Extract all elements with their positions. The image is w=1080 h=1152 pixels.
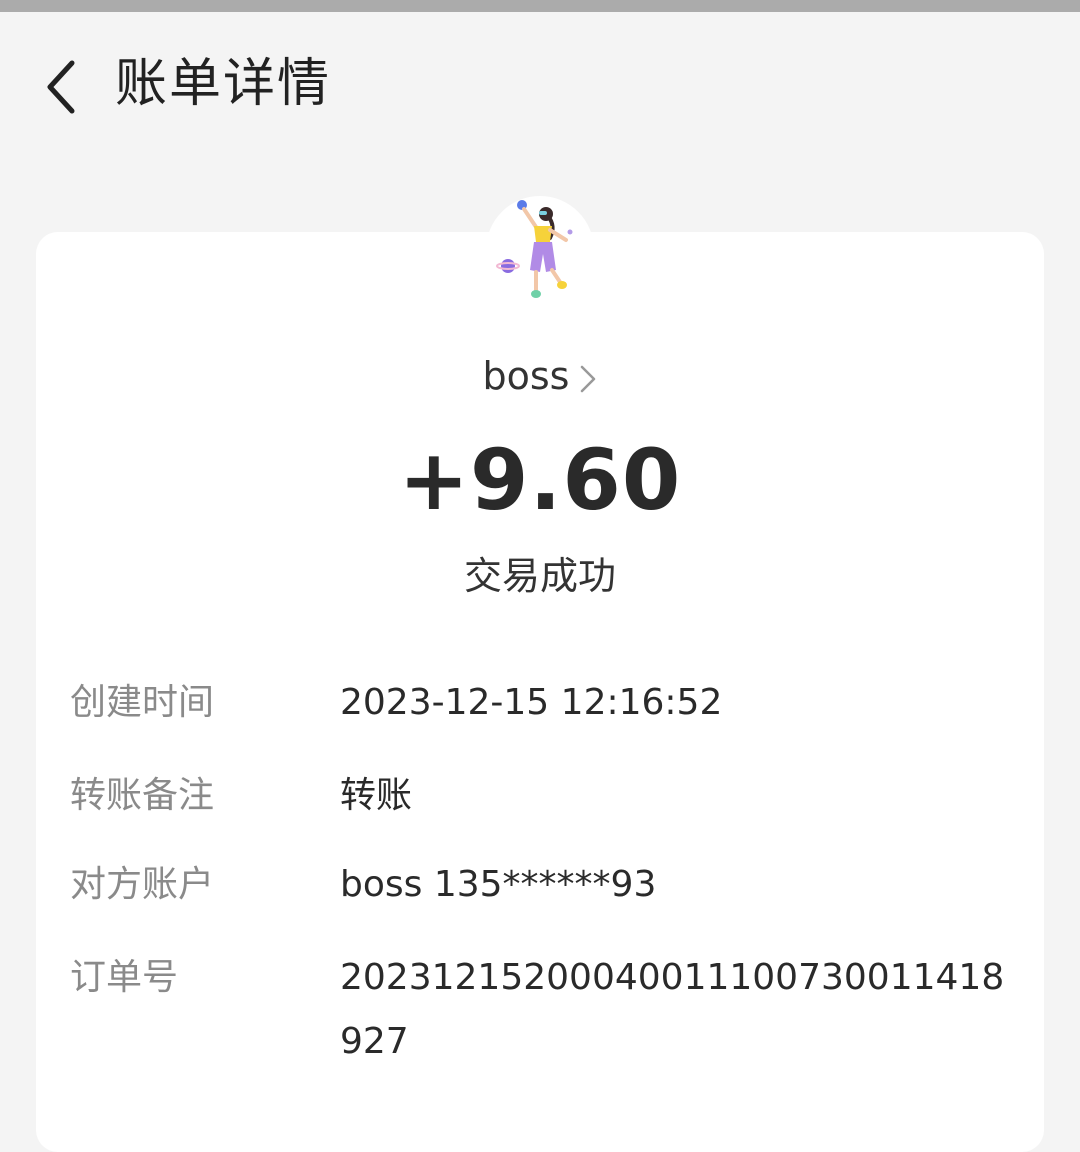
- illustrated-girl-avatar-icon: [496, 200, 573, 298]
- transfer-note-label: 转账备注: [70, 775, 215, 816]
- chevron-right-icon: [581, 365, 596, 392]
- status-bar: [0, 0, 1080, 12]
- created-time-label: 创建时间: [70, 682, 215, 723]
- page-title: 账单详情: [115, 54, 332, 114]
- transfer-note-value: 转账: [340, 775, 413, 816]
- order-number-value[interactable]: 20231215200040011100730011418927: [340, 946, 1010, 1074]
- page-header: 账单详情: [0, 12, 1080, 162]
- avatar[interactable]: [486, 196, 594, 304]
- chevron-left-icon: [47, 60, 75, 114]
- created-time-value: 2023-12-15 12:16:52: [340, 682, 723, 723]
- order-number-label: 订单号: [70, 957, 179, 998]
- payee-link[interactable]: boss: [0, 348, 1080, 404]
- back-button[interactable]: [30, 52, 90, 122]
- counterparty-account-value: boss 135******93: [340, 864, 657, 905]
- transaction-status: 交易成功: [463, 554, 616, 598]
- payee-name: boss: [482, 354, 570, 398]
- counterparty-account-label: 对方账户: [70, 864, 215, 905]
- transaction-amount: +9.60: [398, 431, 682, 529]
